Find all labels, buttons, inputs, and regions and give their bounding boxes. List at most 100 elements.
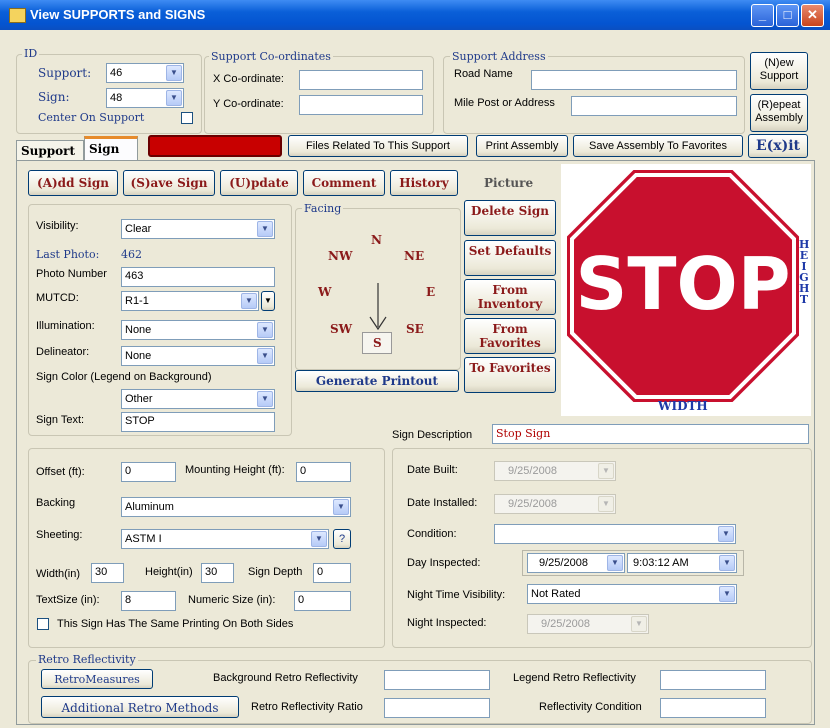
sign-label: Sign: <box>38 90 70 104</box>
visibility-select[interactable]: Clear ▼ <box>121 219 275 239</box>
retro-measures-button[interactable]: RetroMeasures <box>41 669 153 689</box>
delineator-label: Delineator: <box>36 346 90 358</box>
night-inspected-value: 9/25/2008 <box>541 618 590 630</box>
facing-sw[interactable]: SW <box>330 322 352 336</box>
night-visibility-select[interactable]: Not Rated ▼ <box>527 584 737 604</box>
sheeting-select-value: ASTM I <box>125 533 162 545</box>
chevron-down-icon: ▼ <box>166 65 182 81</box>
close-button[interactable]: ✕ <box>801 4 824 27</box>
same-printing-checkbox[interactable] <box>37 618 49 630</box>
sign-depth-input[interactable]: 0 <box>313 563 351 583</box>
road-name-input[interactable] <box>531 70 737 90</box>
date-built-picker[interactable]: 9/25/2008 ▼ <box>494 461 616 481</box>
photo-number-label: Photo Number <box>36 268 107 280</box>
update-button[interactable]: (U)pdate <box>220 170 298 196</box>
day-inspected-date-picker[interactable]: 9/25/2008 ▼ <box>527 553 625 573</box>
delineator-select[interactable]: None ▼ <box>121 346 275 366</box>
last-photo-label: Last Photo: <box>36 248 100 261</box>
sheeting-help-button[interactable]: ? <box>333 529 351 549</box>
legend-retro-input[interactable] <box>660 670 766 690</box>
mutcd-label: MUTCD: <box>36 292 79 304</box>
date-installed-picker[interactable]: 9/25/2008 ▼ <box>494 494 616 514</box>
offset-label: Offset (ft): <box>36 466 85 478</box>
set-defaults-button[interactable]: Set Defaults <box>464 240 556 276</box>
height-in-input[interactable]: 30 <box>201 563 234 583</box>
title-bar[interactable]: View SUPPORTS and SIGNS _ □ ✕ <box>0 0 830 30</box>
files-related-button[interactable]: Files Related To This Support <box>288 135 468 157</box>
print-assembly-button[interactable]: Print Assembly <box>476 135 568 157</box>
stop-sign-image: STOP <box>565 168 801 404</box>
chevron-down-icon: ▼ <box>598 496 614 512</box>
chevron-down-icon: ▼ <box>719 555 735 571</box>
save-sign-button[interactable]: (S)ave Sign <box>123 170 215 196</box>
chevron-down-icon: ▼ <box>166 90 182 106</box>
facing-ne[interactable]: NE <box>404 249 424 263</box>
facing-n[interactable]: N <box>371 233 382 247</box>
generate-printout-button[interactable]: Generate Printout <box>295 370 459 392</box>
delete-sign-button[interactable]: Delete Sign <box>464 200 556 236</box>
offset-input[interactable]: 0 <box>121 462 176 482</box>
red-alert-button[interactable] <box>148 135 282 157</box>
background-retro-input[interactable] <box>384 670 490 690</box>
maximize-button[interactable]: □ <box>776 4 799 27</box>
x-coordinate-input[interactable] <box>299 70 423 90</box>
reflectivity-condition-input[interactable] <box>660 698 766 718</box>
facing-e[interactable]: E <box>426 285 435 299</box>
y-coordinate-input[interactable] <box>299 95 423 115</box>
mile-post-input[interactable] <box>571 96 737 116</box>
facing-nw[interactable]: NW <box>328 249 352 263</box>
to-favorites-button[interactable]: To Favorites <box>464 357 556 393</box>
width-in-input[interactable]: 30 <box>91 563 124 583</box>
condition-select[interactable]: ▼ <box>494 524 736 544</box>
mutcd-dropdown-button[interactable]: ▼ <box>261 291 275 311</box>
illumination-select[interactable]: None ▼ <box>121 320 275 340</box>
mounting-height-input[interactable]: 0 <box>296 462 351 482</box>
night-inspected-picker[interactable]: 9/25/2008 ▼ <box>527 614 649 634</box>
support-select[interactable]: 46 ▼ <box>106 63 184 83</box>
retro-ratio-input[interactable] <box>384 698 490 718</box>
facing-se[interactable]: SE <box>406 322 424 336</box>
day-inspected-time-picker[interactable]: 9:03:12 AM ▼ <box>627 553 737 573</box>
sign-color-select[interactable]: Other ▼ <box>121 389 275 409</box>
numeric-size-input[interactable]: 0 <box>294 591 351 611</box>
backing-select[interactable]: Aluminum ▼ <box>121 497 351 517</box>
width-label: WIDTH <box>658 399 708 413</box>
tab-sign[interactable]: Sign <box>84 136 138 161</box>
sign-select[interactable]: 48 ▼ <box>106 88 184 108</box>
facing-s[interactable]: S <box>373 336 382 350</box>
day-inspected-time-value: 9:03:12 AM <box>633 557 689 569</box>
minimize-button[interactable]: _ <box>751 4 774 27</box>
from-favorites-button[interactable]: From Favorites <box>464 318 556 354</box>
comment-button[interactable]: Comment <box>303 170 385 196</box>
delineator-select-value: None <box>125 350 152 362</box>
exit-button[interactable]: E(x)it <box>748 134 808 158</box>
center-on-support-checkbox[interactable] <box>181 112 193 124</box>
sign-picture: STOP HEIGHT WIDTH <box>561 164 811 416</box>
sign-description-label: Sign Description <box>392 429 473 441</box>
chevron-down-icon: ▼ <box>333 499 349 515</box>
save-assembly-favorites-button[interactable]: Save Assembly To Favorites <box>573 135 743 157</box>
sign-color-select-value: Other <box>125 393 153 405</box>
history-button[interactable]: History <box>390 170 458 196</box>
text-size-input[interactable]: 8 <box>121 591 176 611</box>
sign-description-input[interactable]: Stop Sign <box>492 424 809 444</box>
date-built-value: 9/25/2008 <box>508 465 557 477</box>
mutcd-select[interactable]: R1-1 ▼ <box>121 291 259 311</box>
additional-retro-methods-button[interactable]: Additional Retro Methods <box>41 696 239 718</box>
add-sign-button[interactable]: (A)dd Sign <box>28 170 118 196</box>
facing-w[interactable]: W <box>318 285 331 299</box>
new-support-button[interactable]: (N)ew Support <box>750 52 808 90</box>
day-inspected-date-value: 9/25/2008 <box>539 557 588 569</box>
tab-support[interactable]: Support <box>16 140 84 161</box>
from-inventory-button[interactable]: From Inventory <box>464 279 556 315</box>
night-visibility-label: Night Time Visibility: <box>407 589 506 601</box>
legend-retro-label: Legend Retro Reflectivity <box>513 672 636 684</box>
sign-text-input[interactable]: STOP <box>121 412 275 432</box>
photo-number-input[interactable]: 463 <box>121 267 275 287</box>
day-inspected-label: Day Inspected: <box>407 557 481 569</box>
sheeting-select[interactable]: ASTM I ▼ <box>121 529 329 549</box>
repeat-assembly-button[interactable]: (R)epeat Assembly <box>750 94 808 132</box>
same-printing-label: This Sign Has The Same Printing On Both … <box>57 618 294 630</box>
stop-sign-text: STOP <box>576 242 791 326</box>
retro-ratio-label: Retro Reflectivity Ratio <box>251 701 363 713</box>
